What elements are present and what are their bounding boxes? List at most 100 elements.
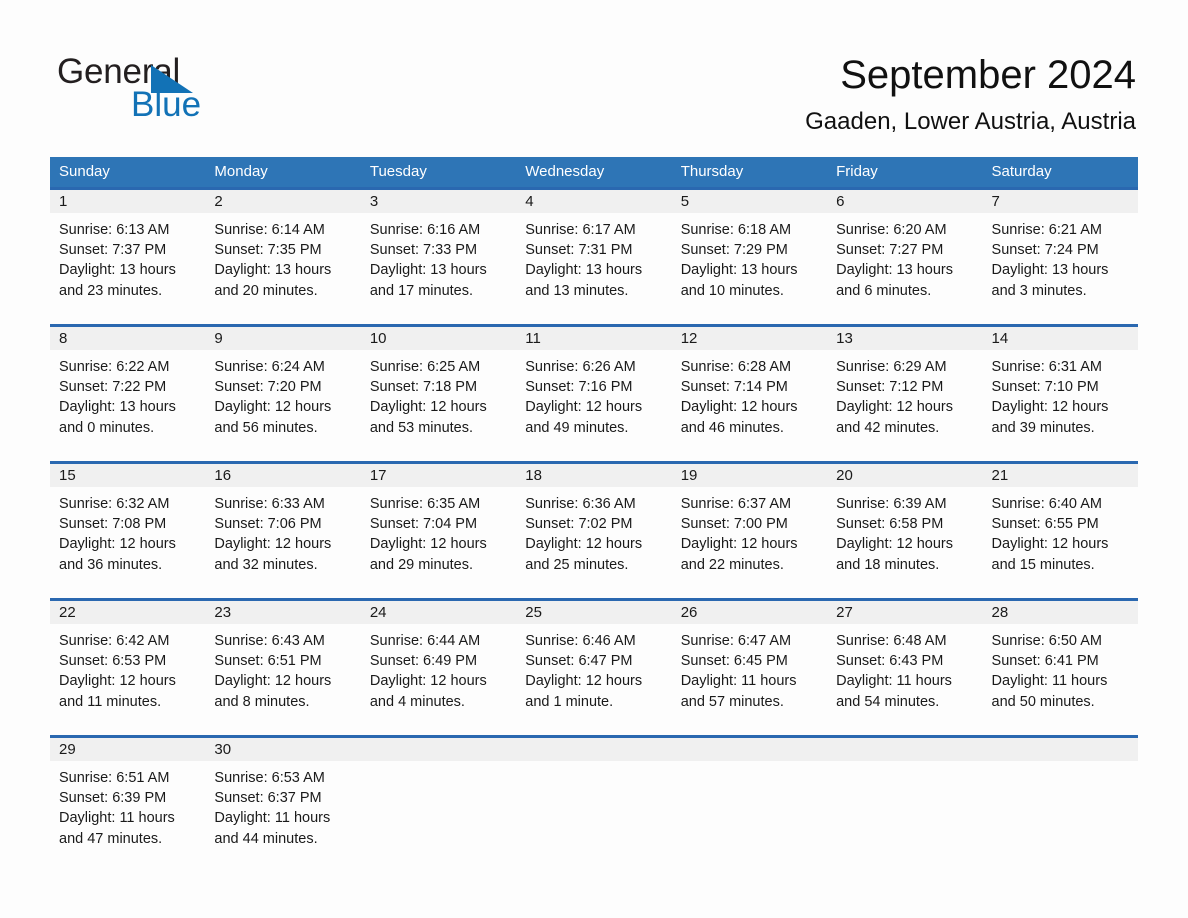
day-number[interactable]: 7 bbox=[983, 190, 1138, 213]
day-cell[interactable]: Sunrise: 6:42 AM Sunset: 6:53 PM Dayligh… bbox=[50, 624, 205, 735]
day-cell[interactable]: Sunrise: 6:32 AM Sunset: 7:08 PM Dayligh… bbox=[50, 487, 205, 598]
daylight-text-line2: and 18 minutes. bbox=[836, 556, 940, 573]
day-number[interactable]: 23 bbox=[205, 601, 360, 624]
day-number[interactable]: 29 bbox=[50, 738, 205, 761]
daylight-text-line2: and 0 minutes. bbox=[59, 419, 155, 436]
sunset-text: Sunset: 6:58 PM bbox=[836, 516, 944, 533]
day-number[interactable]: 11 bbox=[516, 327, 671, 350]
day-cell[interactable]: Sunrise: 6:40 AM Sunset: 6:55 PM Dayligh… bbox=[983, 487, 1138, 598]
sunset-text: Sunset: 7:27 PM bbox=[836, 242, 944, 259]
day-cell-empty bbox=[516, 761, 671, 872]
day-cell[interactable]: Sunrise: 6:13 AM Sunset: 7:37 PM Dayligh… bbox=[50, 213, 205, 324]
day-number[interactable]: 13 bbox=[827, 327, 982, 350]
day-cell[interactable]: Sunrise: 6:50 AM Sunset: 6:41 PM Dayligh… bbox=[983, 624, 1138, 735]
daylight-text-line1: Daylight: 12 hours bbox=[991, 536, 1109, 553]
day-cell[interactable]: Sunrise: 6:22 AM Sunset: 7:22 PM Dayligh… bbox=[50, 350, 205, 461]
day-number[interactable]: 4 bbox=[516, 190, 671, 213]
day-cell[interactable]: Sunrise: 6:36 AM Sunset: 7:02 PM Dayligh… bbox=[516, 487, 671, 598]
day-number[interactable]: 1 bbox=[50, 190, 205, 213]
sunset-text: Sunset: 7:10 PM bbox=[991, 379, 1099, 396]
sunrise-text: Sunrise: 6:26 AM bbox=[525, 359, 636, 375]
day-cell[interactable]: Sunrise: 6:16 AM Sunset: 7:33 PM Dayligh… bbox=[361, 213, 516, 324]
day-number[interactable]: 18 bbox=[516, 464, 671, 487]
daylight-text-line1: Daylight: 11 hours bbox=[59, 810, 175, 827]
day-number[interactable]: 21 bbox=[983, 464, 1138, 487]
day-cell-empty bbox=[983, 761, 1138, 872]
day-number[interactable]: 22 bbox=[50, 601, 205, 624]
daylight-text-line1: Daylight: 13 hours bbox=[369, 262, 487, 279]
day-cell-empty bbox=[827, 761, 982, 872]
day-number[interactable]: 20 bbox=[827, 464, 982, 487]
day-number[interactable]: 10 bbox=[361, 327, 516, 350]
day-number[interactable]: 3 bbox=[361, 190, 516, 213]
calendar-page: General Blue September 2024 Gaaden, Lowe… bbox=[0, 0, 1188, 918]
daylight-text-line1: Daylight: 12 hours bbox=[214, 399, 332, 416]
day-number[interactable]: 2 bbox=[205, 190, 360, 213]
day-number[interactable]: 19 bbox=[672, 464, 827, 487]
sunrise-text: Sunrise: 6:22 AM bbox=[59, 359, 170, 375]
day-number[interactable]: 16 bbox=[205, 464, 360, 487]
daylight-text-line1: Daylight: 11 hours bbox=[836, 673, 952, 690]
day-cell[interactable]: Sunrise: 6:28 AM Sunset: 7:14 PM Dayligh… bbox=[672, 350, 827, 461]
day-cell-empty bbox=[983, 738, 1138, 761]
sunset-text: Sunset: 6:39 PM bbox=[59, 790, 167, 807]
day-cell[interactable]: Sunrise: 6:43 AM Sunset: 6:51 PM Dayligh… bbox=[205, 624, 360, 735]
day-cell[interactable]: Sunrise: 6:53 AM Sunset: 6:37 PM Dayligh… bbox=[205, 761, 360, 872]
page-title: September 2024 bbox=[840, 53, 1136, 97]
sunset-text: Sunset: 6:37 PM bbox=[214, 790, 322, 807]
day-number[interactable]: 12 bbox=[672, 327, 827, 350]
general-blue-logo[interactable]: General Blue bbox=[57, 52, 387, 124]
daylight-text-line2: and 29 minutes. bbox=[369, 556, 474, 573]
day-cell[interactable]: Sunrise: 6:18 AM Sunset: 7:29 PM Dayligh… bbox=[672, 213, 827, 324]
day-number[interactable]: 9 bbox=[205, 327, 360, 350]
sunrise-text: Sunrise: 6:48 AM bbox=[836, 633, 947, 649]
day-number[interactable]: 8 bbox=[50, 327, 205, 350]
day-cell[interactable]: Sunrise: 6:20 AM Sunset: 7:27 PM Dayligh… bbox=[827, 213, 982, 324]
day-cell[interactable]: Sunrise: 6:21 AM Sunset: 7:24 PM Dayligh… bbox=[983, 213, 1138, 324]
day-number[interactable]: 28 bbox=[983, 601, 1138, 624]
day-number[interactable]: 5 bbox=[672, 190, 827, 213]
day-cell[interactable]: Sunrise: 6:29 AM Sunset: 7:12 PM Dayligh… bbox=[827, 350, 982, 461]
day-number[interactable]: 14 bbox=[983, 327, 1138, 350]
day-cell[interactable]: Sunrise: 6:47 AM Sunset: 6:45 PM Dayligh… bbox=[672, 624, 827, 735]
weekday-header-thursday: Thursday bbox=[680, 163, 744, 180]
day-cell[interactable]: Sunrise: 6:51 AM Sunset: 6:39 PM Dayligh… bbox=[50, 761, 205, 872]
day-number[interactable]: 26 bbox=[672, 601, 827, 624]
sunrise-text: Sunrise: 6:43 AM bbox=[214, 633, 325, 649]
daylight-text-line1: Daylight: 12 hours bbox=[680, 399, 798, 416]
week-daynumber-band: 22 23 24 25 26 27 28 bbox=[50, 601, 1138, 624]
week-detail-row: Sunrise: 6:22 AM Sunset: 7:22 PM Dayligh… bbox=[50, 350, 1138, 461]
day-cell[interactable]: Sunrise: 6:17 AM Sunset: 7:31 PM Dayligh… bbox=[516, 213, 671, 324]
sunset-text: Sunset: 6:47 PM bbox=[525, 653, 633, 670]
day-cell[interactable]: Sunrise: 6:35 AM Sunset: 7:04 PM Dayligh… bbox=[361, 487, 516, 598]
daylight-text-line2: and 36 minutes. bbox=[59, 556, 163, 573]
day-number[interactable]: 30 bbox=[205, 738, 360, 761]
day-cell[interactable]: Sunrise: 6:31 AM Sunset: 7:10 PM Dayligh… bbox=[983, 350, 1138, 461]
daylight-text-line1: Daylight: 11 hours bbox=[991, 673, 1108, 690]
day-cell[interactable]: Sunrise: 6:44 AM Sunset: 6:49 PM Dayligh… bbox=[361, 624, 516, 735]
day-cell[interactable]: Sunrise: 6:39 AM Sunset: 6:58 PM Dayligh… bbox=[827, 487, 982, 598]
day-cell[interactable]: Sunrise: 6:37 AM Sunset: 7:00 PM Dayligh… bbox=[672, 487, 827, 598]
day-cell[interactable]: Sunrise: 6:46 AM Sunset: 6:47 PM Dayligh… bbox=[516, 624, 671, 735]
daylight-text-line2: and 32 minutes. bbox=[214, 556, 318, 573]
sunrise-text: Sunrise: 6:14 AM bbox=[214, 222, 325, 238]
sunrise-text: Sunrise: 6:18 AM bbox=[680, 222, 792, 238]
day-cell[interactable]: Sunrise: 6:33 AM Sunset: 7:06 PM Dayligh… bbox=[205, 487, 360, 598]
week-detail-row: Sunrise: 6:13 AM Sunset: 7:37 PM Dayligh… bbox=[50, 213, 1138, 324]
day-cell[interactable]: Sunrise: 6:14 AM Sunset: 7:35 PM Dayligh… bbox=[205, 213, 360, 324]
day-number[interactable]: 25 bbox=[516, 601, 671, 624]
day-cell-empty bbox=[361, 761, 516, 872]
day-cell[interactable]: Sunrise: 6:24 AM Sunset: 7:20 PM Dayligh… bbox=[205, 350, 360, 461]
day-number[interactable]: 24 bbox=[361, 601, 516, 624]
day-number[interactable]: 6 bbox=[827, 190, 982, 213]
daylight-text-line2: and 46 minutes. bbox=[680, 419, 784, 436]
calendar-week-row: 29 30 Sunrise: 6:51 AM Sunset: 6:39 PM D… bbox=[50, 735, 1138, 872]
day-cell[interactable]: Sunrise: 6:26 AM Sunset: 7:16 PM Dayligh… bbox=[516, 350, 671, 461]
day-cell[interactable]: Sunrise: 6:25 AM Sunset: 7:18 PM Dayligh… bbox=[361, 350, 516, 461]
day-number[interactable]: 17 bbox=[361, 464, 516, 487]
sunset-text: Sunset: 6:43 PM bbox=[836, 653, 944, 670]
day-number[interactable]: 15 bbox=[50, 464, 205, 487]
day-number[interactable]: 27 bbox=[827, 601, 982, 624]
day-cell[interactable]: Sunrise: 6:48 AM Sunset: 6:43 PM Dayligh… bbox=[827, 624, 982, 735]
week-detail-row: Sunrise: 6:42 AM Sunset: 6:53 PM Dayligh… bbox=[50, 624, 1138, 735]
